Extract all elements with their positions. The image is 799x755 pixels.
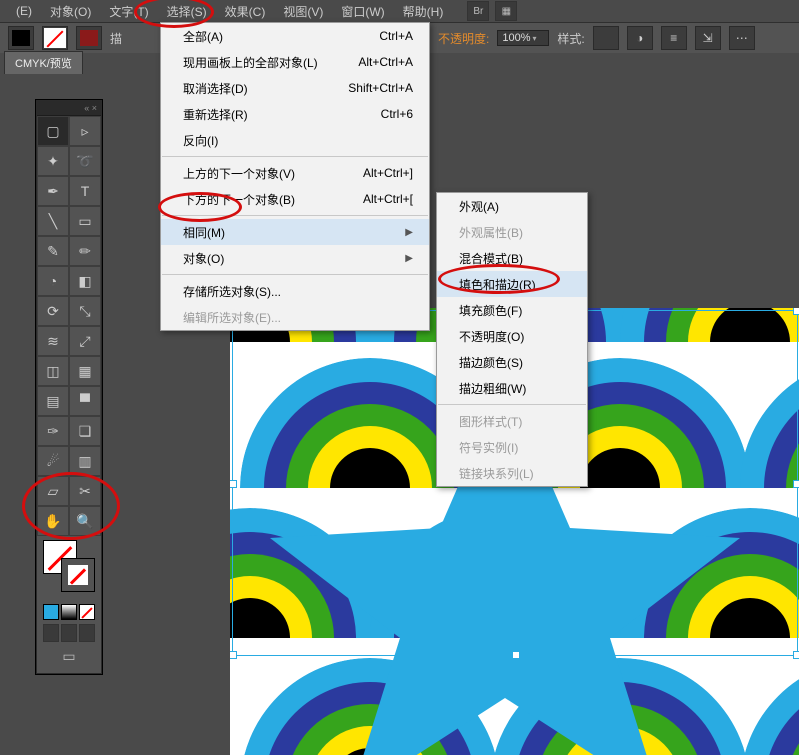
hand-tool[interactable]: ✋ — [37, 506, 69, 536]
same-submenu-item-2: 链接块系列(L) — [437, 460, 587, 486]
document-tabs: CMYK/预览 — [0, 52, 83, 74]
zoom-tool[interactable]: 🔍 — [69, 506, 101, 536]
gradient-tool[interactable]: ▀ — [69, 386, 101, 416]
menu-item-help[interactable]: 帮助(H) — [395, 0, 452, 23]
same-submenu-item-2[interactable]: 混合模式(B) — [437, 245, 587, 271]
rect-tool[interactable]: ▭ — [69, 206, 101, 236]
tools-panel: « × ▢▹✦➰✒T╲▭✎✏◔◧⟳⤡≋⤢◫▦▤▀✑❏☄▥▱✂✋🔍 ▭ — [36, 100, 102, 674]
stroke-swatch-2[interactable] — [76, 26, 102, 50]
draw-normal-icon[interactable] — [43, 624, 59, 642]
stroke-swatch[interactable] — [42, 26, 68, 50]
select-menu-item-1[interactable]: 下方的下一个对象(B)Alt+Ctrl+[ — [161, 186, 429, 212]
menubar: (E) 对象(O) 文字(T) 选择(S) 效果(C) 视图(V) 窗口(W) … — [0, 0, 799, 22]
same-submenu-item-0[interactable]: 外观(A) — [437, 193, 587, 219]
lasso-tool[interactable]: ➰ — [69, 146, 101, 176]
same-submenu-item-1: 符号实例(I) — [437, 434, 587, 460]
same-submenu-item-6[interactable]: 描边颜色(S) — [437, 349, 587, 375]
select-menu-item-3[interactable]: 重新选择(R)Ctrl+6 — [161, 101, 429, 127]
artboard-tool[interactable]: ▱ — [37, 476, 69, 506]
fill-stroke-control[interactable] — [43, 540, 95, 600]
same-submenu-item-1: 外观属性(B) — [437, 219, 587, 245]
select-menu-item-0[interactable]: 存储所选对象(S)... — [161, 278, 429, 304]
select-menu-item-0[interactable]: 全部(A)Ctrl+A — [161, 23, 429, 49]
select-menu-item-1: 编辑所选对象(E)... — [161, 304, 429, 330]
document-tab[interactable]: CMYK/预览 — [4, 51, 83, 74]
draw-behind-icon[interactable] — [61, 624, 77, 642]
menu-item-effect[interactable]: 效果(C) — [217, 0, 274, 23]
gradient-mode-icon[interactable] — [61, 604, 77, 620]
menu-item-e[interactable]: (E) — [8, 1, 40, 21]
same-submenu-item-4[interactable]: 填充颜色(F) — [437, 297, 587, 323]
same-submenu: 外观(A)外观属性(B)混合模式(B)填色和描边(R)填充颜色(F)不透明度(O… — [436, 192, 588, 487]
menu-item-window[interactable]: 窗口(W) — [333, 0, 392, 23]
pen-tool[interactable]: ✒ — [37, 176, 69, 206]
stroke-indicator[interactable] — [61, 558, 95, 592]
selection-tool[interactable]: ▢ — [37, 116, 69, 146]
free-transform-tool[interactable]: ⤢ — [69, 326, 101, 356]
transform-icon[interactable]: ⇲ — [695, 26, 721, 50]
stroke-label: 描 — [110, 30, 122, 47]
menu-item-select[interactable]: 选择(S) — [159, 0, 215, 23]
symbol-sprayer-tool[interactable]: ☄ — [37, 446, 69, 476]
arrange-icon[interactable]: ▦ — [495, 1, 517, 21]
select-menu-item-0[interactable]: 上方的下一个对象(V)Alt+Ctrl+] — [161, 160, 429, 186]
line-tool[interactable]: ╲ — [37, 206, 69, 236]
style-label: 样式: — [557, 30, 584, 47]
eraser-tool[interactable]: ◧ — [69, 266, 101, 296]
eyedropper-tool[interactable]: ✑ — [37, 416, 69, 446]
select-menu-item-4[interactable]: 反向(I) — [161, 127, 429, 153]
opacity-field[interactable]: 100%▾ — [497, 30, 549, 46]
same-submenu-item-5[interactable]: 不透明度(O) — [437, 323, 587, 349]
width-tool[interactable]: ≋ — [37, 326, 69, 356]
menu-same[interactable]: 相同(M)▶ — [161, 219, 429, 245]
recolor-icon[interactable]: ◑ — [627, 26, 653, 50]
submenu-arrow-icon: ▶ — [405, 227, 413, 238]
same-submenu-item-0: 图形样式(T) — [437, 408, 587, 434]
menu-item-view[interactable]: 视图(V) — [275, 0, 331, 23]
graph-tool[interactable]: ▥ — [69, 446, 101, 476]
perspective-tool[interactable]: ▦ — [69, 356, 101, 386]
menu-object[interactable]: 对象(O)▶ — [161, 245, 429, 271]
magic-wand-tool[interactable]: ✦ — [37, 146, 69, 176]
mesh-tool[interactable]: ▤ — [37, 386, 69, 416]
draw-inside-icon[interactable] — [79, 624, 95, 642]
direct-select-tool[interactable]: ▹ — [69, 116, 101, 146]
slice-tool[interactable]: ✂ — [69, 476, 101, 506]
menu-item-type[interactable]: 文字(T) — [101, 0, 156, 23]
more-icon[interactable]: ⋯ — [729, 26, 755, 50]
tools-panel-header[interactable]: « × — [37, 101, 101, 116]
fill-swatch[interactable] — [8, 26, 34, 50]
rotate-tool[interactable]: ⟳ — [37, 296, 69, 326]
style-swatch[interactable] — [593, 26, 619, 50]
brush-tool[interactable]: ✎ — [37, 236, 69, 266]
select-menu-item-2[interactable]: 取消选择(D)Shift+Ctrl+A — [161, 75, 429, 101]
opacity-label: 不透明度: — [438, 30, 489, 47]
align-icon[interactable]: ≡ — [661, 26, 687, 50]
select-menu: 全部(A)Ctrl+A现用画板上的全部对象(L)Alt+Ctrl+A取消选择(D… — [160, 22, 430, 331]
select-menu-item-1[interactable]: 现用画板上的全部对象(L)Alt+Ctrl+A — [161, 49, 429, 75]
pencil-tool[interactable]: ✏ — [69, 236, 101, 266]
color-mode-icon[interactable] — [43, 604, 59, 620]
submenu-arrow-icon: ▶ — [405, 253, 413, 264]
type-tool[interactable]: T — [69, 176, 101, 206]
same-submenu-item-3[interactable]: 填色和描边(R) — [437, 271, 587, 297]
screen-mode-icon[interactable]: ▭ — [37, 648, 101, 665]
none-mode-icon[interactable] — [79, 604, 95, 620]
shape-builder-tool[interactable]: ◫ — [37, 356, 69, 386]
bridge-button[interactable]: Br — [467, 1, 489, 21]
same-submenu-item-7[interactable]: 描边粗细(W) — [437, 375, 587, 401]
scale-tool[interactable]: ⤡ — [69, 296, 101, 326]
blob-brush-tool[interactable]: ◔ — [37, 266, 69, 296]
blend-tool[interactable]: ❏ — [69, 416, 101, 446]
menu-item-object[interactable]: 对象(O) — [42, 0, 99, 23]
